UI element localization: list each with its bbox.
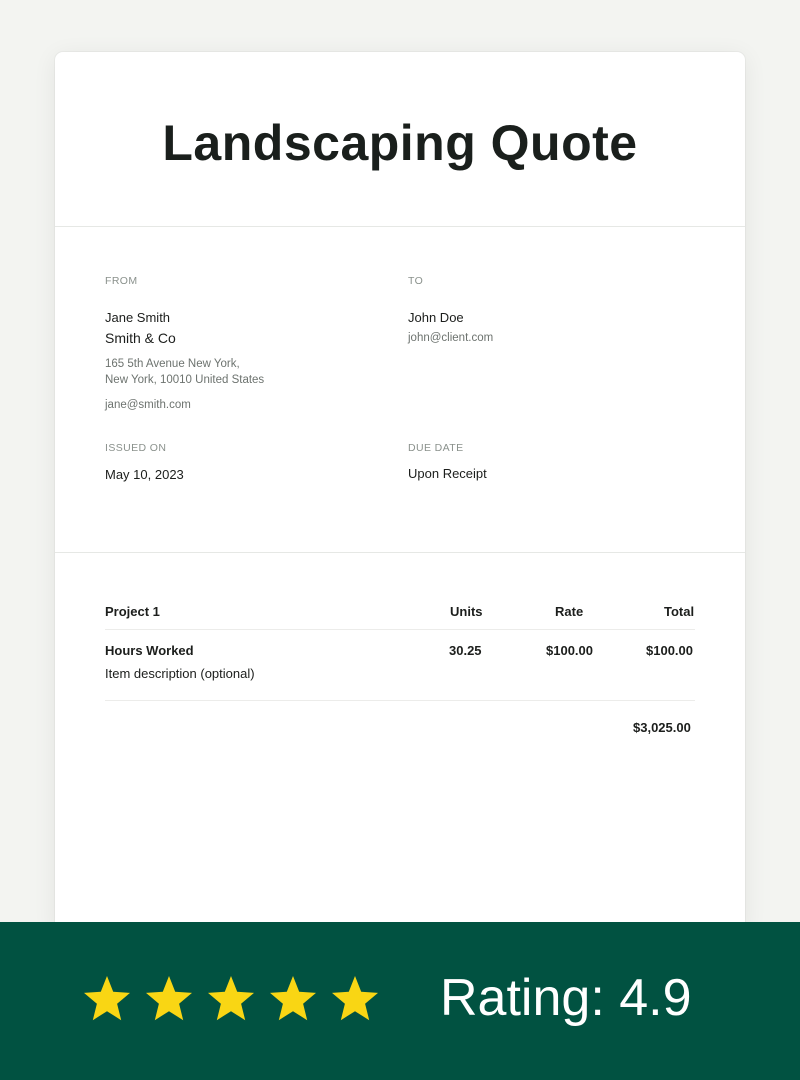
from-name: Jane Smith [105,310,171,325]
star-icon [332,976,378,1021]
star-rating [82,974,380,1024]
rating-text: Rating: 4.9 [440,969,692,1027]
from-label: FROM [105,275,138,287]
from-company: Smith & Co [105,330,176,346]
table-header-total: Total [664,604,695,619]
from-address-line2: New York, 10010 United States [105,374,265,386]
grand-total: $3,025.00 [633,720,691,735]
due-label: DUE DATE [408,442,464,454]
from-address-line1: 165 5th Avenue New York, [105,358,240,370]
row-item-name: Hours Worked [105,643,194,658]
issued-label: ISSUED ON [105,442,167,454]
star-icon [84,976,130,1021]
header-divider [55,226,745,227]
section-divider [55,552,745,553]
star-icon [146,976,192,1021]
table-header-units: Units [450,604,483,619]
from-email: jane@smith.com [105,399,191,411]
to-label: TO [408,275,424,287]
table-header-rate: Rate [555,604,584,619]
row-rate: $100.00 [546,643,593,658]
to-name: John Doe [408,310,464,325]
row-units: 30.25 [449,643,482,658]
table-header-project: Project 1 [105,604,160,619]
issued-date: May 10, 2023 [105,467,184,482]
document-title: Landscaping Quote [162,115,638,171]
table-header-rule [105,629,695,630]
due-date: Upon Receipt [408,466,487,481]
star-icon [270,976,316,1021]
row-item-description: Item description (optional) [105,666,255,681]
table-row-rule [105,700,695,701]
star-icon [208,976,254,1021]
quote-card: Landscaping Quote FROM Jane Smith Smith … [55,52,745,932]
to-email: john@client.com [408,332,494,344]
row-total: $100.00 [646,643,693,658]
